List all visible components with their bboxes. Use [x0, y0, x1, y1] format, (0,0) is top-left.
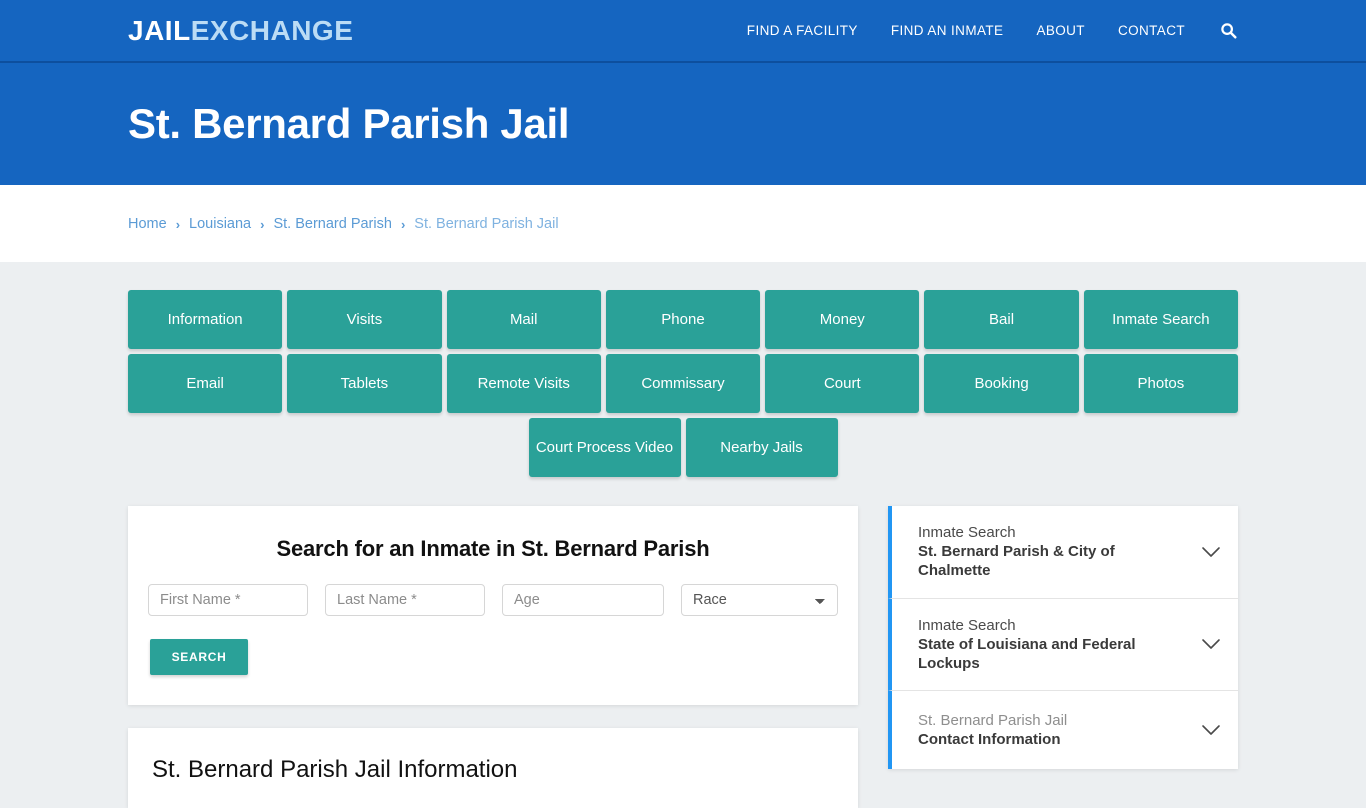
content-container: Information Visits Mail Phone Money Bail…	[128, 290, 1238, 808]
primary-nav: FIND A FACILITY FIND AN INMATE ABOUT CON…	[747, 21, 1238, 41]
page-body: Information Visits Mail Phone Money Bail…	[0, 262, 1366, 808]
breadcrumb: Home › Louisiana › St. Bernard Parish › …	[128, 215, 559, 233]
search-button[interactable]: SEARCH	[150, 639, 248, 675]
quick-link-court-process-video[interactable]: Court Process Video	[528, 418, 681, 477]
quick-link-photos[interactable]: Photos	[1083, 354, 1238, 413]
breadcrumb-item-home[interactable]: Home	[128, 216, 167, 232]
inmate-search-heading: Search for an Inmate in St. Bernard Pari…	[276, 536, 710, 561]
accordion-item-text: Inmate Search St. Bernard Parish & City …	[918, 523, 1190, 581]
quick-link-visits[interactable]: Visits	[287, 290, 442, 349]
accordion-item-line2: Contact Information	[918, 731, 1061, 749]
quick-links-row-3: Court Process Video Nearby Jails	[128, 418, 1238, 477]
chevron-right-icon: ›	[260, 217, 265, 232]
jail-information-card: St. Bernard Parish Jail Information	[128, 728, 858, 808]
inmate-search-form: Race	[148, 584, 838, 616]
breadcrumb-bar: Home › Louisiana › St. Bernard Parish › …	[0, 185, 1366, 262]
accordion-item-inmate-search-local[interactable]: Inmate Search St. Bernard Parish & City …	[888, 506, 1238, 599]
chevron-down-icon	[1200, 541, 1222, 563]
site-logo[interactable]: JAILEXCHANGE	[128, 14, 354, 46]
nav-item-contact[interactable]: CONTACT	[1118, 23, 1185, 38]
main-column: Search for an Inmate in St. Bernard Pari…	[128, 506, 858, 808]
nav-item-about[interactable]: ABOUT	[1036, 23, 1085, 38]
quick-link-court[interactable]: Court	[765, 354, 920, 413]
first-name-input[interactable]	[148, 584, 308, 616]
quick-link-money[interactable]: Money	[765, 290, 920, 349]
accordion-item-line2: State of Louisiana and Federal Lockups	[918, 635, 1136, 672]
quick-link-mail[interactable]: Mail	[446, 290, 601, 349]
logo-text-primary: JAIL	[128, 14, 191, 46]
nav-item-find-an-inmate[interactable]: FIND AN INMATE	[891, 23, 1004, 38]
nav-item-find-a-facility[interactable]: FIND A FACILITY	[747, 23, 858, 38]
search-icon[interactable]	[1218, 21, 1238, 41]
last-name-input[interactable]	[325, 584, 485, 616]
quick-link-bail[interactable]: Bail	[924, 290, 1079, 349]
chevron-right-icon: ›	[400, 217, 406, 232]
quick-link-phone[interactable]: Phone	[605, 290, 761, 349]
sidebar-accordion: Inmate Search St. Bernard Parish & City …	[888, 506, 1238, 770]
chevron-right-icon: ›	[175, 217, 181, 232]
chevron-down-icon	[1200, 633, 1222, 655]
quick-link-booking[interactable]: Booking	[924, 354, 1079, 413]
accordion-item-contact-information[interactable]: St. Bernard Parish Jail Contact Informat…	[888, 691, 1238, 770]
accordion-item-inmate-search-state[interactable]: Inmate Search State of Louisiana and Fed…	[888, 598, 1238, 692]
age-input[interactable]	[502, 584, 664, 616]
accordion-item-line1: St. Bernard Parish Jail	[918, 711, 1068, 729]
race-select[interactable]: Race	[681, 584, 838, 616]
quick-link-remote-visits[interactable]: Remote Visits	[446, 354, 601, 413]
jail-information-heading: St. Bernard Parish Jail Information	[152, 756, 518, 783]
quick-link-email[interactable]: Email	[128, 354, 283, 413]
chevron-down-icon	[1200, 719, 1222, 741]
accordion-item-text: St. Bernard Parish Jail Contact Informat…	[918, 711, 1190, 749]
breadcrumb-item-st-bernard-parish[interactable]: St. Bernard Parish	[273, 216, 391, 232]
sidebar-column: Inmate Search St. Bernard Parish & City …	[888, 506, 1238, 770]
accordion-item-text: Inmate Search State of Louisiana and Fed…	[918, 616, 1190, 674]
logo-text-secondary: EXCHANGE	[190, 14, 354, 46]
quick-link-nearby-jails[interactable]: Nearby Jails	[685, 418, 838, 477]
quick-link-information[interactable]: Information	[128, 290, 283, 349]
breadcrumb-item-louisiana[interactable]: Louisiana	[189, 216, 251, 232]
top-navigation-bar: JAILEXCHANGE FIND A FACILITY FIND AN INM…	[0, 0, 1366, 63]
accordion-item-line1: Inmate Search	[918, 524, 1016, 541]
quick-link-inmate-search[interactable]: Inmate Search	[1083, 290, 1238, 349]
quick-links-grid: Information Visits Mail Phone Money Bail…	[128, 290, 1238, 413]
breadcrumb-item-current: St. Bernard Parish Jail	[414, 215, 559, 232]
quick-link-tablets[interactable]: Tablets	[287, 354, 442, 413]
hero-banner: St. Bernard Parish Jail	[0, 63, 1366, 185]
inmate-search-card: Search for an Inmate in St. Bernard Pari…	[128, 506, 858, 705]
page-title: St. Bernard Parish Jail	[128, 100, 570, 147]
main-columns: Search for an Inmate in St. Bernard Pari…	[128, 506, 1238, 808]
quick-link-commissary[interactable]: Commissary	[605, 354, 761, 413]
accordion-item-line2: St. Bernard Parish & City of Chalmette	[918, 543, 1115, 580]
accordion-item-line1: Inmate Search	[918, 616, 1016, 634]
